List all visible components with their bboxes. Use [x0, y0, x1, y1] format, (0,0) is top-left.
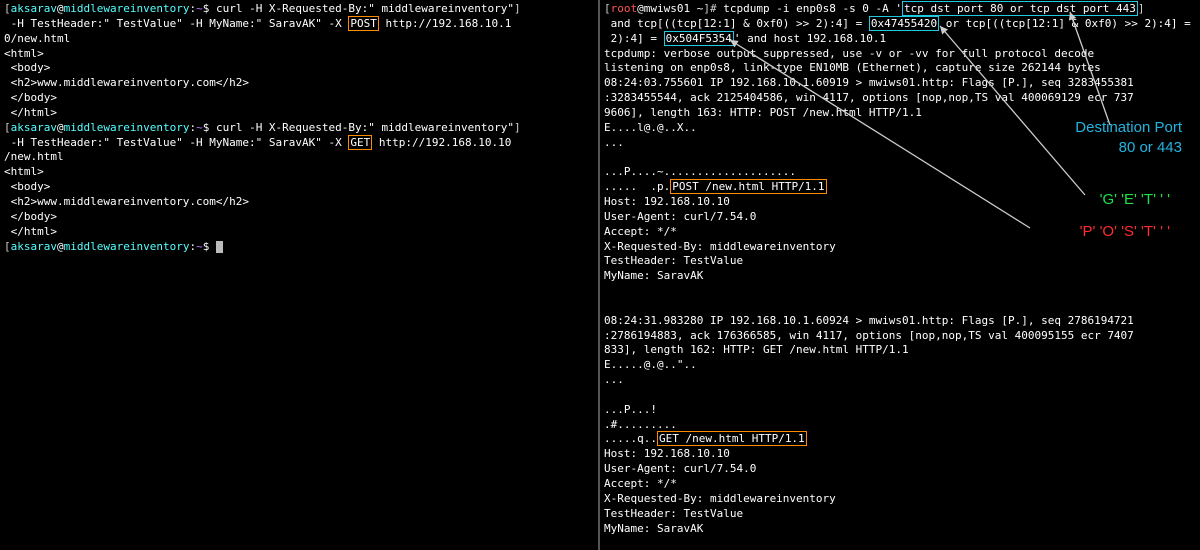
right-terminal[interactable]: [root@mwiws01 ~]# tcpdump -i enp0s8 -s 0… — [600, 0, 1200, 550]
left-line: </body> — [4, 210, 594, 225]
right-line: User-Agent: curl/7.54.0 — [604, 210, 1196, 225]
right-line: Accept: */* — [604, 225, 1196, 240]
hex-post-box: 0x504F5354 — [664, 31, 734, 46]
left-line: <html> — [4, 47, 594, 62]
right-line: ... — [604, 136, 1196, 151]
right-line — [604, 150, 1196, 165]
left-line: -H TestHeader:" TestValue" -H MyName:" S… — [4, 17, 594, 32]
left-line: </body> — [4, 91, 594, 106]
right-line: TestHeader: TestValue — [604, 507, 1196, 522]
method-get-box: GET — [348, 135, 372, 150]
right-line: Accept: */* — [604, 477, 1196, 492]
right-line: Host: 192.168.10.10 — [604, 447, 1196, 462]
cursor-icon — [216, 241, 223, 253]
right-line: 2):4] = 0x504F5354' and host 192.168.10.… — [604, 32, 1196, 47]
right-line: ...P...! — [604, 403, 1196, 418]
left-line: </html> — [4, 106, 594, 121]
right-line: MyName: SaravAK — [604, 269, 1196, 284]
right-line: X-Requested-By: middlewareinventory — [604, 240, 1196, 255]
left-line: [aksarav@middlewareinventory:~$ curl -H … — [4, 121, 594, 136]
right-line: :2786194883, ack 176366585, win 4117, op… — [604, 329, 1196, 344]
right-line: ..... .p.POST /new.html HTTP/1.1 — [604, 180, 1196, 195]
left-line: <body> — [4, 180, 594, 195]
left-line: <h2>www.middlewareinventory.com</h2> — [4, 76, 594, 91]
right-line: 833], length 162: HTTP: GET /new.html HT… — [604, 343, 1196, 358]
right-line — [604, 284, 1196, 299]
left-line: [aksarav@middlewareinventory:~$ curl -H … — [4, 2, 594, 17]
left-line: <h2>www.middlewareinventory.com</h2> — [4, 195, 594, 210]
right-line: Host: 192.168.10.10 — [604, 195, 1196, 210]
right-line: :3283455544, ack 2125404586, win 4117, o… — [604, 91, 1196, 106]
right-line: ...P....~.................... — [604, 165, 1196, 180]
left-line: /new.html — [4, 150, 594, 165]
filter-ports-box: tcp dst port 80 or tcp dst port 443 — [902, 1, 1138, 16]
right-line: E....l@.@..X.. — [604, 121, 1196, 136]
right-line: [root@mwiws01 ~]# tcpdump -i enp0s8 -s 0… — [604, 2, 1196, 17]
left-line: <body> — [4, 61, 594, 76]
right-line: X-Requested-By: middlewareinventory — [604, 492, 1196, 507]
right-line: 08:24:03.755601 IP 192.168.10.1.60919 > … — [604, 76, 1196, 91]
right-line: listening on enp0s8, link-type EN10MB (E… — [604, 61, 1196, 76]
terminal-split: [aksarav@middlewareinventory:~$ curl -H … — [0, 0, 1200, 550]
http-get-box: GET /new.html HTTP/1.1 — [657, 431, 807, 446]
right-line: E.....@.@..".. — [604, 358, 1196, 373]
right-line: 08:24:31.983280 IP 192.168.10.1.60924 > … — [604, 314, 1196, 329]
right-line: TestHeader: TestValue — [604, 254, 1196, 269]
right-line: MyName: SaravAK — [604, 522, 1196, 537]
right-line: and tcp[((tcp[12:1] & 0xf0) >> 2):4] = 0… — [604, 17, 1196, 32]
hex-get-box: 0x47455420 — [869, 16, 939, 31]
method-post-box: POST — [348, 16, 379, 31]
right-line: .....q..GET /new.html HTTP/1.1 — [604, 432, 1196, 447]
right-line — [604, 388, 1196, 403]
left-terminal[interactable]: [aksarav@middlewareinventory:~$ curl -H … — [0, 0, 600, 550]
http-post-box: POST /new.html HTTP/1.1 — [670, 179, 826, 194]
left-line: 0/new.html — [4, 32, 594, 47]
left-line: <html> — [4, 165, 594, 180]
right-line: .#......... — [604, 418, 1196, 433]
right-line: User-Agent: curl/7.54.0 — [604, 462, 1196, 477]
left-line: </html> — [4, 225, 594, 240]
right-line: ... — [604, 373, 1196, 388]
left-prompt-idle[interactable]: [aksarav@middlewareinventory:~$ — [4, 240, 594, 255]
right-line: tcpdump: verbose output suppressed, use … — [604, 47, 1196, 62]
left-line: -H TestHeader:" TestValue" -H MyName:" S… — [4, 136, 594, 151]
right-line — [604, 299, 1196, 314]
right-line: 9606], length 163: HTTP: POST /new.html … — [604, 106, 1196, 121]
